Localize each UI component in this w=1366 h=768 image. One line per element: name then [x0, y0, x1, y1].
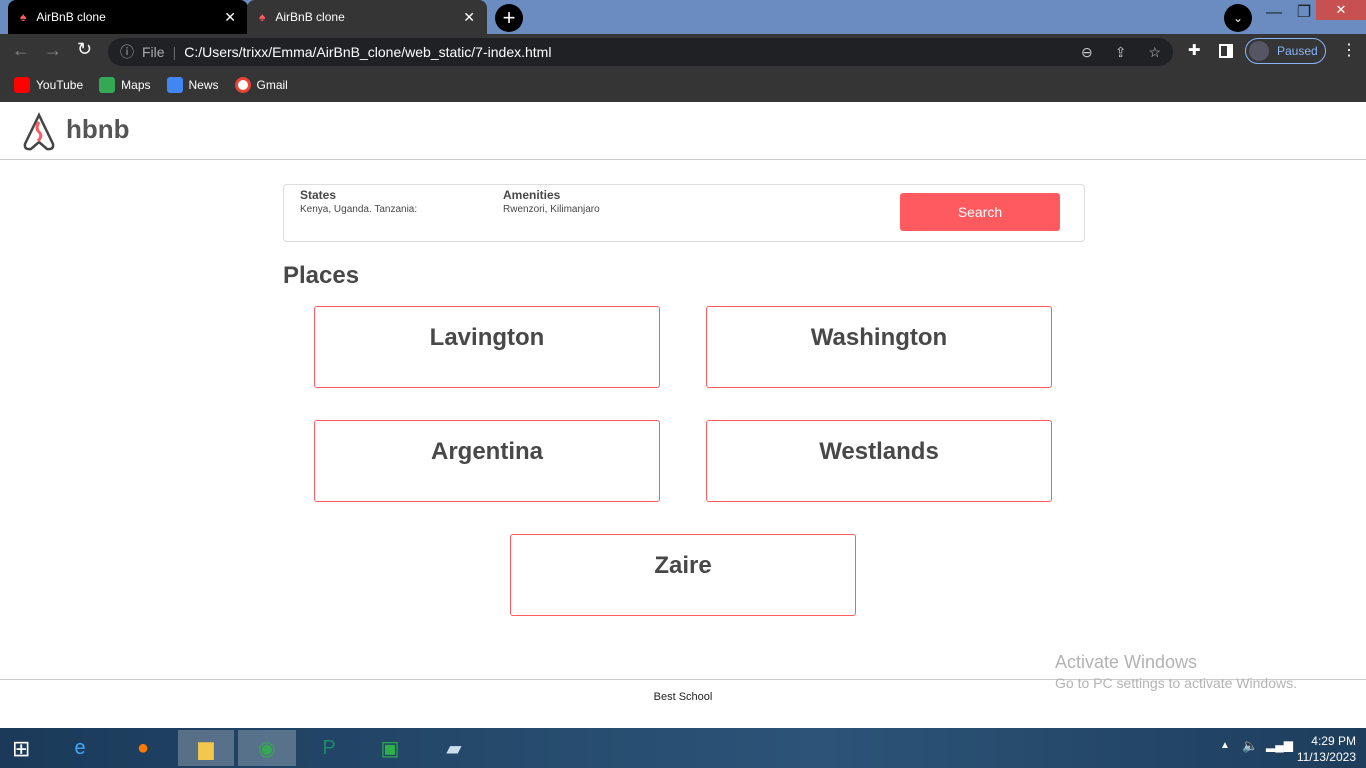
close-window-button[interactable]: ✕	[1316, 0, 1366, 20]
google-icon	[234, 77, 251, 93]
places-title: Places	[283, 262, 360, 289]
forward-icon[interactable]: →	[44, 40, 62, 61]
info-icon: ⓘ	[120, 44, 134, 60]
profile-button[interactable]: Paused	[1245, 38, 1326, 64]
bookmarks-bar: YouTube Maps News Gmail	[0, 68, 1366, 102]
states-filter[interactable]: States Kenya, Uganda. Tanzania:	[300, 188, 417, 215]
place-card[interactable]: Westlands	[706, 420, 1052, 502]
amenities-label: Amenities	[503, 188, 561, 202]
bookmark-label: News	[188, 78, 219, 92]
bookmark-star-icon[interactable]: ☆	[1148, 44, 1161, 61]
publisher-icon[interactable]: P	[305, 730, 353, 766]
notepad-icon[interactable]: ▰	[430, 730, 478, 766]
internet-explorer-icon[interactable]: e	[56, 730, 104, 766]
place-card[interactable]: Washington	[706, 306, 1052, 388]
new-tab-button[interactable]: +	[495, 4, 523, 32]
place-card[interactable]: Zaire	[510, 534, 856, 616]
news-icon	[166, 77, 183, 93]
states-label: States	[300, 188, 337, 202]
page-header: hbnb	[0, 102, 1366, 160]
share-icon[interactable]: ⇪	[1115, 44, 1127, 61]
hbnb-logo-icon	[23, 112, 55, 151]
start-windows-icon[interactable]: ⊞	[12, 736, 30, 762]
time: 4:29 PM	[1311, 734, 1356, 748]
close-tab-icon[interactable]: ✕	[224, 9, 236, 26]
back-icon[interactable]: ←	[12, 40, 30, 61]
bookmark-label: Gmail	[256, 78, 288, 92]
watermark-title: Activate Windows	[1055, 652, 1198, 672]
menu-icon[interactable]: ⋮	[1341, 40, 1357, 60]
restore-button[interactable]: ❐	[1292, 2, 1316, 22]
search-button[interactable]: Search	[900, 193, 1060, 231]
states-value: Kenya, Uganda. Tanzania:	[300, 204, 418, 215]
tab-search-button[interactable]: ⌄	[1224, 4, 1252, 32]
bookmark-news[interactable]: News	[166, 77, 219, 93]
show-hidden-icons[interactable]: ▲	[1220, 740, 1230, 751]
date: 11/13/2023	[1296, 750, 1356, 764]
place-card[interactable]: Argentina	[314, 420, 660, 502]
airbnb-favicon-icon: ♠	[259, 10, 266, 24]
address-prefix: File	[142, 44, 165, 60]
chrome-icon[interactable]: ◉	[238, 730, 296, 766]
logo-text: hbnb	[66, 114, 130, 144]
tab-strip: ♠ AirBnB clone ✕ ♠ AirBnB clone ✕ + ⌄ — ❐ ✕	[0, 0, 1366, 34]
network-icon[interactable]: ▂▄▆	[1266, 738, 1293, 752]
maps-icon	[99, 77, 116, 93]
activate-windows-watermark: Activate Windows Go to PC settings to ac…	[1055, 652, 1297, 691]
firefox-icon[interactable]: ●	[119, 730, 167, 766]
bookmark-gmail[interactable]: Gmail	[234, 77, 288, 93]
close-tab-icon[interactable]: ✕	[463, 9, 475, 26]
tab-active[interactable]: ♠ AirBnB clone ✕	[8, 0, 248, 34]
avatar	[1249, 41, 1269, 61]
file-explorer-icon[interactable]: ▆	[178, 730, 234, 766]
watermark-subtitle: Go to PC settings to activate Windows.	[1055, 675, 1297, 691]
clock[interactable]: 4:29 PM 11/13/2023	[1290, 733, 1356, 765]
address-bar[interactable]: ⓘ File | C:/Users/trixx/Emma/AirBnB_clon…	[108, 38, 1173, 66]
profile-status: Paused	[1277, 44, 1318, 58]
tab-title: AirBnB clone	[275, 10, 345, 24]
amenities-value: Rwenzori, Kilimanjaro	[503, 204, 600, 215]
url-text[interactable]: C:/Users/trixx/Emma/AirBnB_clone/web_sta…	[184, 44, 551, 60]
zoom-icon[interactable]: ⊖	[1081, 44, 1093, 61]
tab-title: AirBnB clone	[36, 10, 106, 24]
bookmark-youtube[interactable]: YouTube	[14, 77, 83, 93]
tab[interactable]: ♠ AirBnB clone ✕	[247, 0, 487, 34]
bookmark-maps[interactable]: Maps	[99, 77, 151, 93]
airbnb-favicon-icon: ♠	[20, 10, 27, 24]
store-icon[interactable]: ▣	[366, 730, 414, 766]
youtube-icon	[14, 77, 30, 93]
minimize-button[interactable]: —	[1262, 4, 1286, 22]
bookmark-label: YouTube	[36, 78, 84, 92]
reload-icon[interactable]: ↻	[77, 39, 92, 60]
place-card[interactable]: Lavington	[314, 306, 660, 388]
side-panel-icon[interactable]	[1219, 44, 1233, 58]
amenities-filter[interactable]: Amenities Rwenzori, Kilimanjaro	[503, 188, 600, 215]
extensions-icon[interactable]: ✚	[1188, 41, 1201, 59]
volume-icon[interactable]: 🔈	[1242, 738, 1258, 754]
footer-text: Best School	[653, 691, 713, 703]
bookmark-label: Maps	[121, 78, 151, 92]
